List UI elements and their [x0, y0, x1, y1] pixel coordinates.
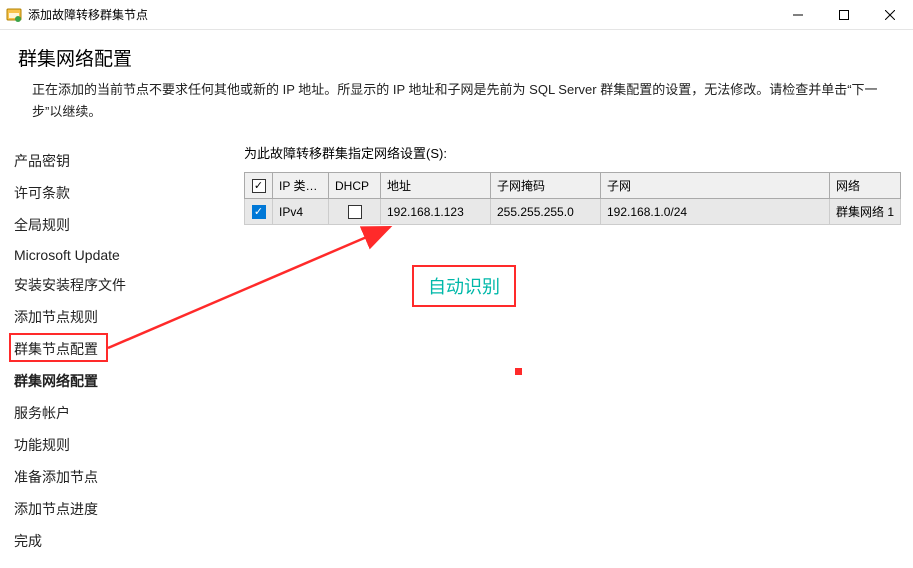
titlebar: 添加故障转移群集节点: [0, 0, 913, 30]
dhcp-checkbox[interactable]: [348, 205, 362, 219]
sidebar-item[interactable]: 产品密钥: [14, 145, 220, 177]
col-address[interactable]: 地址: [381, 173, 491, 199]
sidebar-item[interactable]: 群集节点配置: [14, 333, 220, 365]
sidebar-item[interactable]: Microsoft Update: [14, 241, 220, 269]
col-mask[interactable]: 子网掩码: [491, 173, 601, 199]
window-title: 添加故障转移群集节点: [28, 6, 775, 23]
cell-address: 192.168.1.123: [381, 199, 491, 225]
sidebar-item[interactable]: 服务帐户: [14, 397, 220, 429]
row-checkbox[interactable]: [252, 205, 266, 219]
col-dhcp[interactable]: DHCP: [329, 173, 381, 199]
sidebar: 产品密钥许可条款全局规则Microsoft Update安装安装程序文件添加节点…: [14, 143, 220, 557]
sidebar-item[interactable]: 功能规则: [14, 429, 220, 461]
table-header-row: IP 类… DHCP 地址 子网掩码 子网 网络: [245, 173, 901, 199]
row-checkbox-cell[interactable]: [245, 199, 273, 225]
sidebar-item[interactable]: 添加节点规则: [14, 301, 220, 333]
network-table: IP 类… DHCP 地址 子网掩码 子网 网络 IPv4 192.168.1.…: [244, 172, 901, 225]
right-pane: 为此故障转移群集指定网络设置(S): IP 类… DHCP 地址 子网掩码 子网…: [220, 143, 901, 557]
header: 群集网络配置 正在添加的当前节点不要求任何其他或新的 IP 地址。所显示的 IP…: [0, 30, 913, 133]
header-checkbox[interactable]: [252, 179, 266, 193]
cell-ip-type: IPv4: [273, 199, 329, 225]
section-label: 为此故障转移群集指定网络设置(S):: [244, 143, 901, 162]
sidebar-item[interactable]: 完成: [14, 525, 220, 557]
page-title: 群集网络配置: [18, 44, 885, 71]
sidebar-item[interactable]: 全局规则: [14, 209, 220, 241]
table-row[interactable]: IPv4 192.168.1.123 255.255.255.0 192.168…: [245, 199, 901, 225]
cell-dhcp[interactable]: [329, 199, 381, 225]
col-subnet[interactable]: 子网: [601, 173, 830, 199]
cell-mask: 255.255.255.0: [491, 199, 601, 225]
sidebar-item[interactable]: 群集网络配置: [14, 365, 220, 397]
sidebar-item[interactable]: 许可条款: [14, 177, 220, 209]
col-check[interactable]: [245, 173, 273, 199]
cell-subnet: 192.168.1.0/24: [601, 199, 830, 225]
minimize-button[interactable]: [775, 0, 821, 30]
main-content: 产品密钥许可条款全局规则Microsoft Update安装安装程序文件添加节点…: [0, 133, 913, 557]
maximize-button[interactable]: [821, 0, 867, 30]
close-button[interactable]: [867, 0, 913, 30]
page-description: 正在添加的当前节点不要求任何其他或新的 IP 地址。所显示的 IP 地址和子网是…: [32, 79, 885, 123]
window-controls: [775, 0, 913, 30]
sidebar-item[interactable]: 安装安装程序文件: [14, 269, 220, 301]
app-icon: [6, 7, 22, 23]
col-ip-type[interactable]: IP 类…: [273, 173, 329, 199]
cell-network: 群集网络 1: [829, 199, 900, 225]
sidebar-item[interactable]: 准备添加节点: [14, 461, 220, 493]
col-network[interactable]: 网络: [829, 173, 900, 199]
sidebar-item[interactable]: 添加节点进度: [14, 493, 220, 525]
